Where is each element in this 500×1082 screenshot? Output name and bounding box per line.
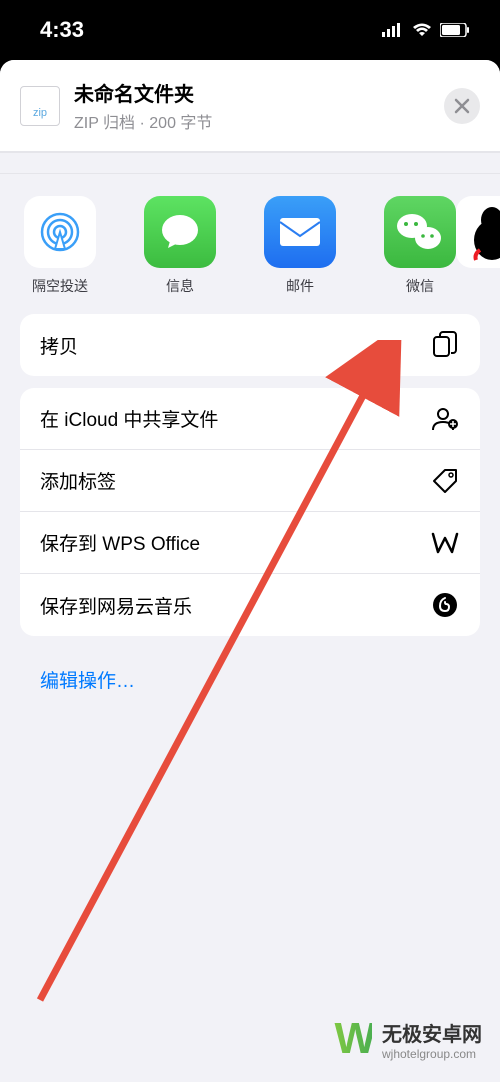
app-label: 邮件 bbox=[286, 276, 314, 296]
messages-icon bbox=[144, 196, 216, 268]
signal-icon bbox=[382, 23, 404, 37]
apps-row[interactable]: 隔空投送 信息 邮件 微信 bbox=[0, 174, 500, 314]
qq-icon bbox=[456, 196, 500, 268]
status-time: 4:33 bbox=[40, 17, 84, 43]
action-save-wps[interactable]: 保存到 WPS Office bbox=[20, 512, 480, 574]
wechat-icon bbox=[384, 196, 456, 268]
wps-icon bbox=[430, 528, 460, 558]
airdrop-icon bbox=[24, 196, 96, 268]
app-mail[interactable]: 邮件 bbox=[240, 196, 360, 296]
action-list: 拷贝 在 iCloud 中共享文件 添加标签 保存到 WPS Offic bbox=[20, 314, 480, 711]
action-label: 拷贝 bbox=[40, 332, 78, 359]
sheet-header: zip 未命名文件夹 ZIP 归档 · 200 字节 bbox=[0, 60, 500, 152]
action-group-main: 在 iCloud 中共享文件 添加标签 保存到 WPS Office 保存到网易… bbox=[20, 388, 480, 636]
person-add-icon bbox=[430, 404, 460, 434]
file-subtitle: ZIP 归档 · 200 字节 bbox=[74, 109, 430, 133]
app-airdrop[interactable]: 隔空投送 bbox=[0, 196, 120, 296]
file-info: 未命名文件夹 ZIP 归档 · 200 字节 bbox=[74, 78, 430, 133]
watermark-logo-icon: W bbox=[334, 1014, 372, 1064]
action-label: 在 iCloud 中共享文件 bbox=[40, 405, 218, 432]
app-messages[interactable]: 信息 bbox=[120, 196, 240, 296]
status-bar: 4:33 bbox=[0, 0, 500, 60]
status-icons bbox=[382, 23, 470, 37]
close-button[interactable] bbox=[444, 88, 480, 124]
action-label: 保存到 WPS Office bbox=[40, 529, 200, 556]
action-group-copy: 拷贝 bbox=[20, 314, 480, 376]
action-label: 添加标签 bbox=[40, 467, 116, 494]
watermark-title: 无极安卓网 bbox=[382, 1018, 482, 1047]
wifi-icon bbox=[412, 23, 432, 37]
app-label: 微信 bbox=[406, 276, 434, 296]
action-copy[interactable]: 拷贝 bbox=[20, 314, 480, 376]
app-label: 信息 bbox=[166, 276, 194, 296]
file-title: 未命名文件夹 bbox=[74, 78, 430, 107]
netease-music-icon bbox=[430, 590, 460, 620]
app-label: 隔空投送 bbox=[32, 276, 88, 296]
close-icon bbox=[454, 98, 470, 114]
action-add-tag[interactable]: 添加标签 bbox=[20, 450, 480, 512]
share-sheet: zip 未命名文件夹 ZIP 归档 · 200 字节 隔空投送 信息 邮件 bbox=[0, 60, 500, 1082]
battery-icon bbox=[440, 23, 470, 37]
tag-icon bbox=[430, 466, 460, 496]
app-qq[interactable] bbox=[472, 196, 500, 296]
section-divider bbox=[0, 152, 500, 174]
watermark: W 无极安卓网 wjhotelgroup.com bbox=[334, 1014, 482, 1064]
edit-actions-link[interactable]: 编辑操作… bbox=[20, 648, 480, 711]
action-save-netease[interactable]: 保存到网易云音乐 bbox=[20, 574, 480, 636]
file-thumbnail: zip bbox=[20, 86, 60, 126]
copy-icon bbox=[430, 330, 460, 360]
mail-icon bbox=[264, 196, 336, 268]
action-icloud-share[interactable]: 在 iCloud 中共享文件 bbox=[20, 388, 480, 450]
action-label: 保存到网易云音乐 bbox=[40, 592, 192, 619]
watermark-url: wjhotelgroup.com bbox=[382, 1047, 482, 1061]
